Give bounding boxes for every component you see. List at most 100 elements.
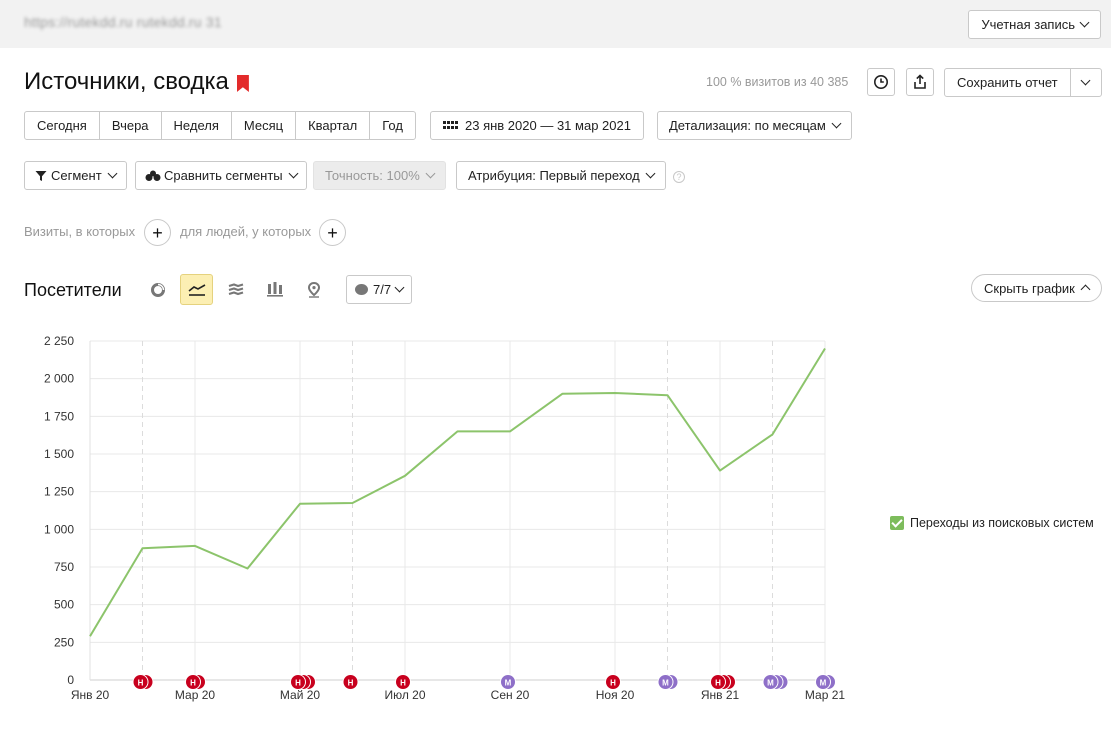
- chevron-down-icon: [831, 118, 842, 129]
- period-month[interactable]: Месяц: [232, 112, 297, 139]
- visits-condition-label: Визиты, в которых: [24, 224, 136, 239]
- period-selector: Сегодня Вчера Неделя Месяц Квартал Год: [24, 111, 416, 140]
- note-marker-letter: Н: [610, 679, 616, 688]
- map-view-button[interactable]: [297, 274, 330, 305]
- hide-chart-label: Скрыть график: [984, 280, 1075, 296]
- chevron-down-icon: [107, 168, 118, 179]
- save-report-button[interactable]: Сохранить отчет: [945, 69, 1071, 96]
- date-range-button[interactable]: 23 янв 2020 — 31 мар 2021: [430, 111, 644, 140]
- save-report-group: Сохранить отчет: [944, 68, 1102, 97]
- y-tick-label: 1 250: [44, 485, 74, 499]
- add-people-condition-button[interactable]: +: [319, 219, 346, 246]
- page-url: https://rutekdd.ru rutekdd.ru 31: [24, 14, 222, 30]
- legend-checkbox[interactable]: [890, 516, 904, 530]
- chart-title: Посетители: [24, 280, 122, 300]
- note-marker-letter: М: [662, 679, 669, 688]
- page-title-text: Источники, сводка: [24, 68, 229, 95]
- notes-count: 7/7: [373, 282, 392, 297]
- compare-segments-button[interactable]: Сравнить сегменты: [135, 161, 307, 190]
- x-tick-label: Янв 21: [701, 688, 740, 702]
- x-tick-label: Сен 20: [491, 688, 530, 702]
- period-today[interactable]: Сегодня: [25, 112, 100, 139]
- y-tick-label: 2 250: [44, 334, 74, 348]
- x-tick-label: Ноя 20: [596, 688, 635, 702]
- account-button-label: Учетная запись: [981, 17, 1075, 32]
- visitors-line-chart: 0 250 500 750 1 000 1 250 1 500 1 750 2 000 2 250…: [44, 334, 845, 702]
- chart-legend: Переходы из поисковых систем: [890, 516, 1094, 530]
- period-week[interactable]: Неделя: [162, 112, 232, 139]
- note-marker-letter: Н: [138, 679, 144, 688]
- detail-label: Детализация: по месяцам: [669, 118, 826, 133]
- line-view-button[interactable]: [180, 274, 213, 305]
- date-range-label: 23 янв 2020 — 31 мар 2021: [465, 118, 631, 133]
- chevron-down-icon: [1080, 75, 1091, 86]
- note-marker-letter: Н: [400, 679, 406, 688]
- stacked-area-icon: [228, 282, 243, 295]
- attribution-dropdown[interactable]: Атрибуция: Первый переход: [456, 161, 666, 190]
- x-tick-label: Май 20: [280, 688, 321, 702]
- chevron-down-icon: [645, 168, 656, 179]
- account-button[interactable]: Учетная запись: [968, 10, 1101, 39]
- bar-view-button[interactable]: [258, 274, 291, 305]
- save-report-menu-button[interactable]: [1071, 69, 1101, 96]
- chevron-down-icon: [425, 168, 436, 179]
- bar-chart-icon: [266, 282, 283, 297]
- legend-series-label: Переходы из поисковых систем: [910, 516, 1094, 530]
- bookmark-icon[interactable]: [236, 75, 249, 92]
- note-marker-letter: Н: [190, 679, 196, 688]
- period-yesterday[interactable]: Вчера: [100, 112, 162, 139]
- x-tick-label: Янв 20: [71, 688, 110, 702]
- area-view-button[interactable]: [219, 274, 252, 305]
- map-pin-icon: [307, 281, 320, 298]
- y-tick-label: 2 000: [44, 372, 74, 386]
- y-tick-label: 250: [54, 635, 74, 649]
- comment-icon: [355, 284, 368, 295]
- pie-chart-icon: [150, 282, 165, 297]
- pie-view-button[interactable]: [141, 274, 174, 305]
- note-marker-letter: Н: [715, 679, 721, 688]
- segment-label: Сегмент: [51, 168, 102, 183]
- share-icon: [914, 74, 926, 89]
- visits-info: 100 % визитов из 40 385: [706, 75, 849, 89]
- hide-chart-button[interactable]: Скрыть график: [971, 274, 1102, 302]
- notes-dropdown[interactable]: 7/7: [346, 275, 413, 304]
- help-icon[interactable]: ?: [673, 171, 685, 183]
- history-button[interactable]: [867, 68, 895, 96]
- line-chart-icon: [188, 283, 205, 296]
- chevron-down-icon: [288, 168, 299, 179]
- x-tick-label: Мар 20: [175, 688, 215, 702]
- compare-label: Сравнить сегменты: [164, 168, 283, 183]
- browser-topbar: https://rutekdd.ru rutekdd.ru 31 Учетная…: [0, 0, 1111, 48]
- attribution-label: Атрибуция: Первый переход: [468, 168, 640, 183]
- note-marker-letter: Н: [348, 679, 354, 688]
- series-line: [89, 347, 826, 637]
- y-tick-label: 1 750: [44, 409, 74, 423]
- filter-icon: [35, 170, 47, 181]
- period-year[interactable]: Год: [370, 112, 415, 139]
- x-tick-label: Июл 20: [384, 688, 425, 702]
- page-title: Источники, сводка: [24, 68, 249, 96]
- y-tick-label: 500: [54, 598, 74, 612]
- period-quarter[interactable]: Квартал: [296, 112, 371, 139]
- calendar-icon: [443, 120, 458, 129]
- y-tick-label: 0: [67, 673, 74, 687]
- detail-dropdown[interactable]: Детализация: по месяцам: [657, 111, 852, 140]
- accuracy-dropdown: Точность: 100%: [313, 161, 446, 190]
- export-button[interactable]: [906, 68, 934, 96]
- chevron-up-icon: [1080, 284, 1091, 295]
- compare-icon: [145, 170, 161, 181]
- y-tick-label: 1 500: [44, 447, 74, 461]
- y-tick-label: 750: [54, 560, 74, 574]
- note-marker-letter: М: [767, 679, 774, 688]
- segment-button[interactable]: Сегмент: [24, 161, 127, 190]
- add-visit-condition-button[interactable]: +: [144, 219, 171, 246]
- chevron-down-icon: [394, 282, 405, 293]
- x-tick-label: Мар 21: [805, 688, 845, 702]
- note-marker-letter: Н: [295, 679, 301, 688]
- people-condition-label: для людей, у которых: [180, 224, 312, 239]
- clock-icon: [874, 75, 888, 89]
- note-marker-letter: М: [820, 679, 827, 688]
- accuracy-label: Точность: 100%: [325, 168, 420, 183]
- y-tick-label: 1 000: [44, 522, 74, 536]
- note-marker-letter: М: [505, 679, 512, 688]
